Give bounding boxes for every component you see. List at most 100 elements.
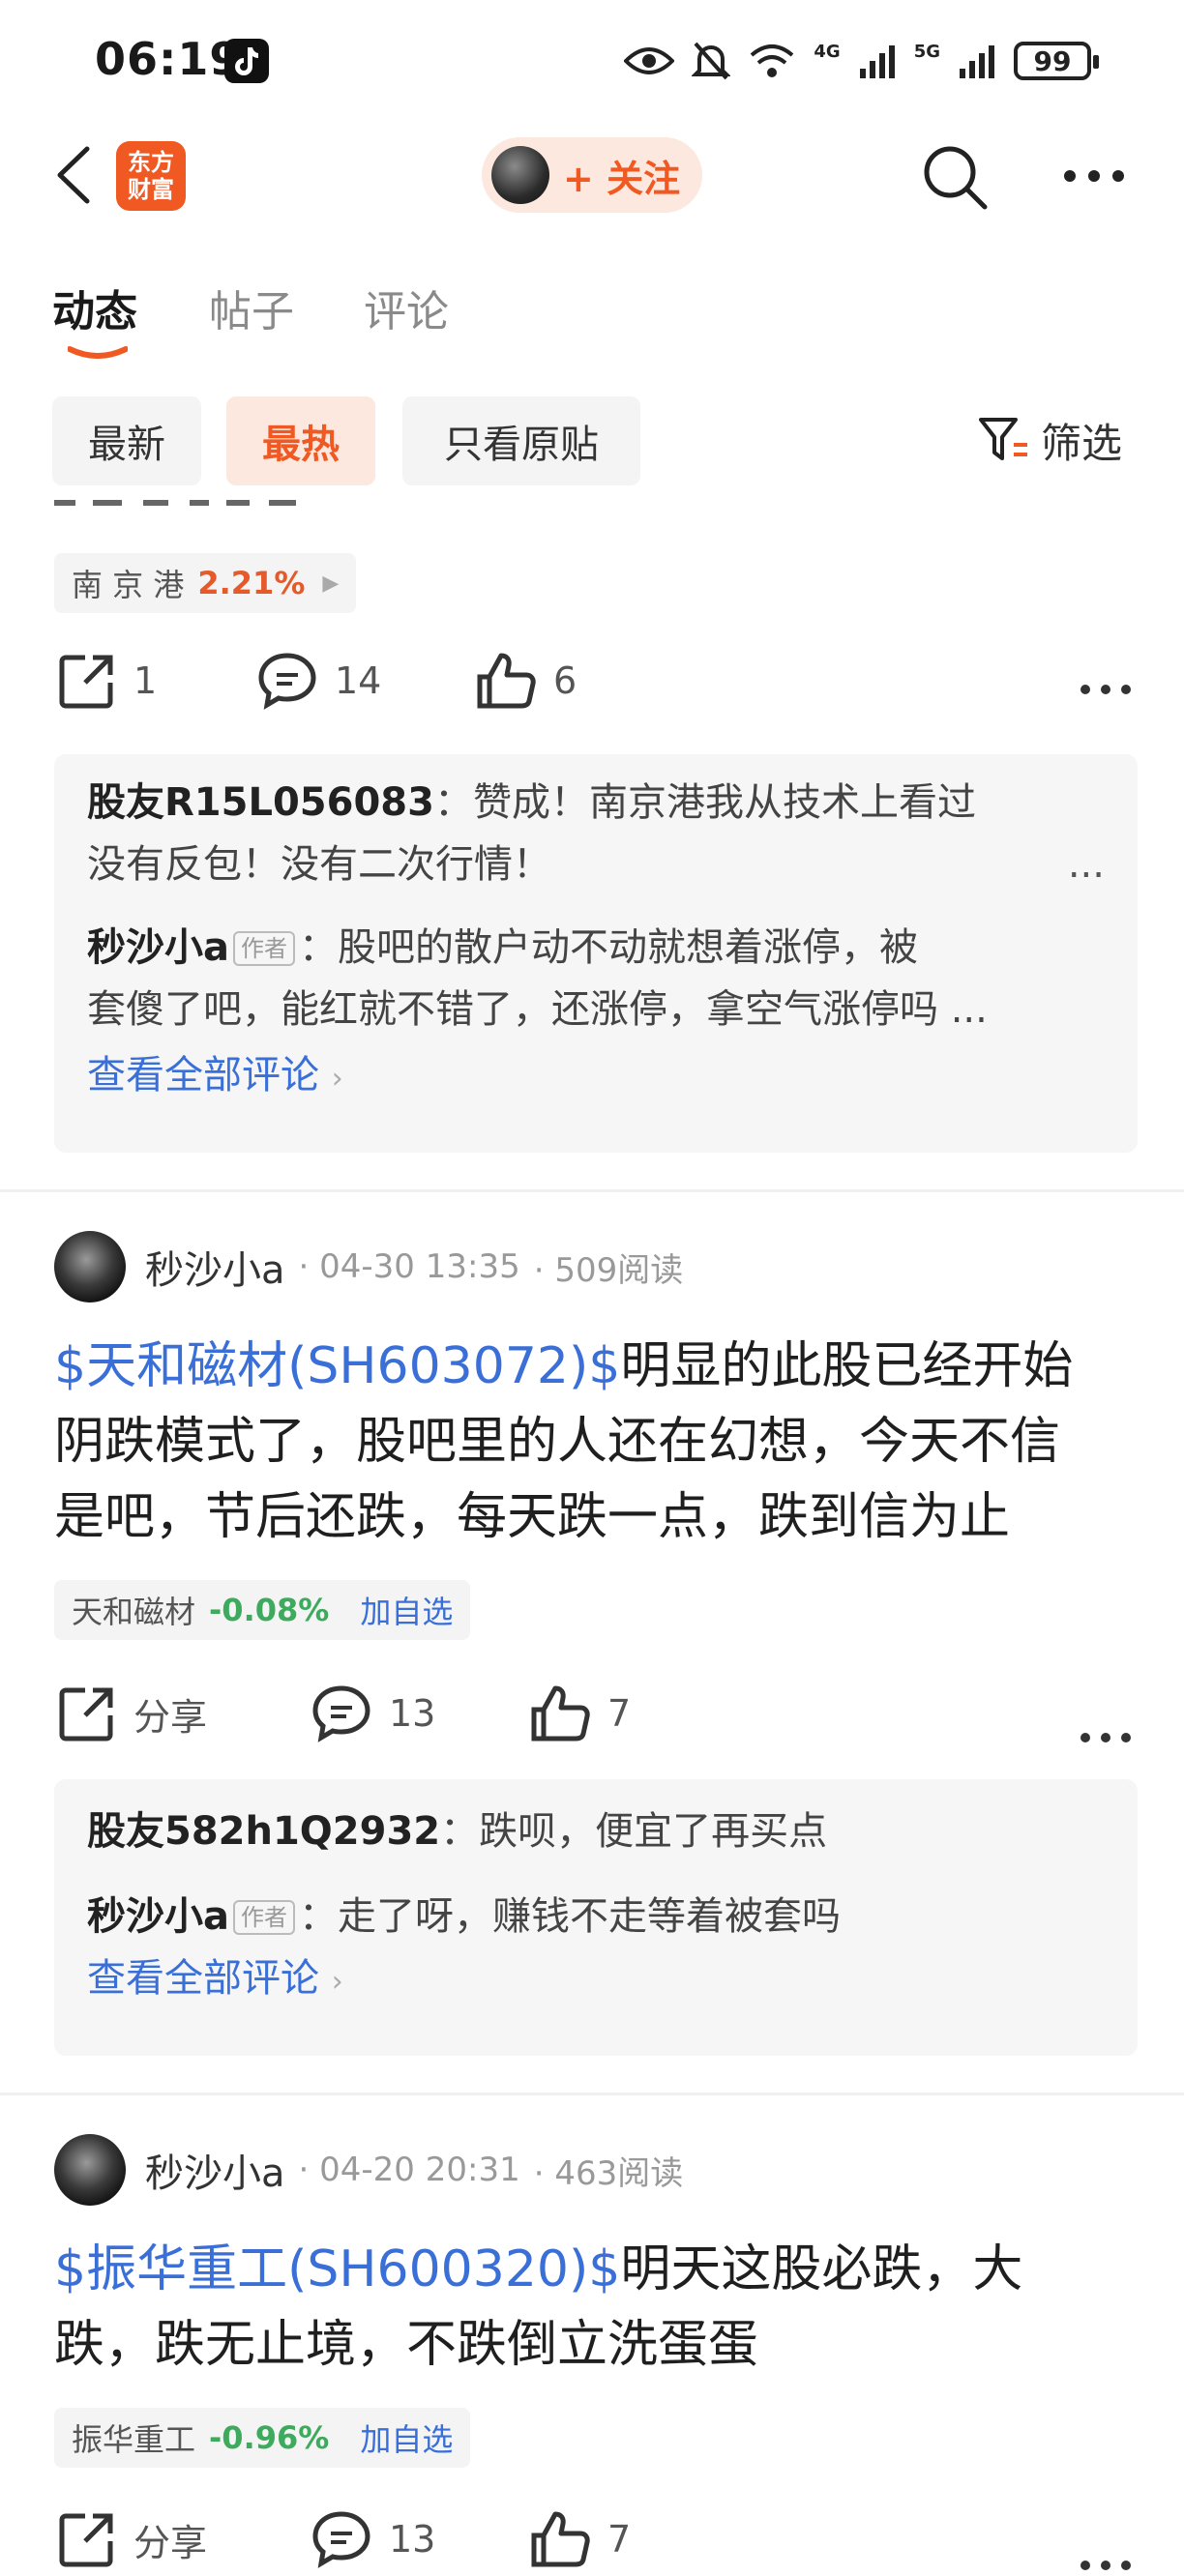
share-button[interactable]: 1 bbox=[58, 652, 157, 710]
comment-user[interactable]: 股友582h1Q2932 bbox=[87, 1809, 440, 1854]
like-button[interactable]: 6 bbox=[476, 652, 577, 710]
post-date: · 04-20 20:31 bbox=[298, 2151, 520, 2189]
post-line: 是吧，节后还跌，每天跌一点，跌到信为止 bbox=[54, 1488, 1011, 1546]
comment-button[interactable]: 13 bbox=[311, 1684, 435, 1742]
post-more-icon[interactable] bbox=[1080, 658, 1132, 707]
comment-user[interactable]: 秒沙小a bbox=[87, 1894, 229, 1939]
post-username[interactable]: 秒沙小a bbox=[145, 2142, 285, 2198]
wifi-icon bbox=[751, 44, 794, 77]
stock-hashtag-link[interactable]: $振华重工(SH600320)$ bbox=[54, 2240, 620, 2298]
share-button[interactable]: 分享 bbox=[58, 1684, 207, 1742]
post-line: 阴跌模式了，股吧里的人还在幻想，今天不信 bbox=[54, 1413, 1061, 1471]
comment-icon bbox=[258, 653, 316, 710]
like-count: 7 bbox=[607, 2518, 632, 2561]
comment-button[interactable]: 13 bbox=[311, 2510, 435, 2568]
comment-preview-box[interactable]: 股友R15L056083：赞成！南京港我从技术上看过 没有反包！没有二次行情！ … bbox=[54, 754, 1138, 1153]
stock-change: -0.96% bbox=[209, 2419, 330, 2456]
stock-name: 天和磁材 bbox=[72, 1594, 196, 1630]
add-watchlist-button[interactable]: 加自选 bbox=[360, 1588, 453, 1632]
mute-icon bbox=[692, 42, 731, 80]
comment-user[interactable]: 秒沙小a bbox=[87, 925, 229, 970]
battery-icon: 99 bbox=[1014, 42, 1099, 80]
post-more-icon[interactable] bbox=[1080, 2533, 1132, 2576]
comment-icon bbox=[312, 1685, 370, 1742]
comment-text-line: 套傻了吧，能红就不错了，还涨停，拿空气涨停吗 ... bbox=[87, 979, 1105, 1040]
post-body[interactable]: $天和磁材(SH603072)$明显的此股已经开始 阴跌模式了，股吧里的人还在幻… bbox=[54, 1329, 1138, 1555]
post-text: 明天这股必跌，大 bbox=[620, 2240, 1023, 2298]
comment-text-line: 没有反包！没有二次行情！ ... bbox=[87, 834, 1105, 895]
more-icon[interactable] bbox=[1062, 166, 1126, 186]
view-all-label: 查看全部评论 bbox=[87, 1956, 319, 2001]
stock-hashtag-link[interactable]: $天和磁材(SH603072)$ bbox=[54, 1337, 620, 1395]
filter-label: 筛选 bbox=[1041, 419, 1123, 467]
stock-tag[interactable]: 南 京 港 2.21% ▶ bbox=[54, 553, 357, 613]
comment-button[interactable]: 14 bbox=[257, 652, 381, 710]
comment-text: 套傻了吧，能红就不错了，还涨停，拿空气涨停吗 ... bbox=[87, 987, 988, 1032]
comment-text: 跌呗，便宜了再买点 bbox=[479, 1809, 828, 1854]
like-count: 6 bbox=[553, 659, 577, 702]
comment-sep: ： bbox=[299, 1894, 338, 1939]
divider bbox=[0, 1189, 1184, 1192]
share-icon bbox=[59, 2513, 113, 2567]
chip-latest[interactable]: 最新 bbox=[52, 396, 201, 485]
avatar[interactable] bbox=[54, 2134, 126, 2206]
like-button[interactable]: 7 bbox=[530, 1684, 631, 1742]
share-icon bbox=[59, 1687, 113, 1742]
avatar[interactable] bbox=[54, 1231, 126, 1303]
stock-change: -0.08% bbox=[209, 1592, 330, 1628]
comment-sep: ： bbox=[433, 780, 473, 825]
filter-button[interactable]: 筛选 bbox=[979, 406, 1122, 474]
comment-user[interactable]: 股友R15L056083 bbox=[87, 780, 434, 825]
chip-original-only[interactable]: 只看原贴 bbox=[402, 396, 640, 485]
search-icon[interactable] bbox=[919, 141, 989, 211]
comment-icon bbox=[312, 2511, 370, 2568]
tab-dynamics[interactable]: 动态 bbox=[52, 277, 137, 338]
comment-text: 赞成！南京港我从技术上看过 bbox=[472, 780, 976, 825]
post-username[interactable]: 秒沙小a bbox=[145, 1239, 285, 1295]
tab-posts[interactable]: 帖子 bbox=[209, 277, 294, 338]
author-badge: 作者 bbox=[233, 1900, 295, 1935]
back-arrow-icon[interactable] bbox=[50, 143, 99, 207]
net-4g-label: 4G bbox=[814, 41, 841, 62]
filter-icon bbox=[979, 418, 1027, 460]
logo-line2: 财富 bbox=[128, 176, 174, 203]
chip-hottest[interactable]: 最热 bbox=[226, 396, 375, 485]
post-body[interactable]: $振华重工(SH600320)$明天这股必跌，大 跌，跌无止境，不跌倒立洗蛋蛋 bbox=[54, 2232, 1138, 2383]
stock-tag[interactable]: 振华重工 -0.96% 加自选 bbox=[54, 2408, 471, 2468]
post-line: 跌，跌无止境，不跌倒立洗蛋蛋 bbox=[54, 2316, 759, 2374]
share-button[interactable]: 分享 bbox=[58, 2510, 207, 2568]
signal-icon bbox=[960, 45, 994, 78]
like-icon bbox=[531, 2511, 590, 2567]
like-icon bbox=[531, 1685, 590, 1742]
post-header: 秒沙小a · 04-30 13:35 · 509阅读 bbox=[54, 1230, 683, 1303]
view-all-comments-link[interactable]: 查看全部评论 › bbox=[87, 1947, 1105, 2013]
avatar bbox=[491, 146, 549, 204]
like-button[interactable]: 7 bbox=[530, 2510, 631, 2568]
post-text: 明显的此股已经开始 bbox=[620, 1337, 1074, 1395]
comment-preview-box[interactable]: 股友582h1Q2932 ： 跌呗，便宜了再买点 秒沙小a 作者 ：走了呀，赚钱不走等着… bbox=[54, 1779, 1138, 2056]
comment-sep: ： bbox=[299, 925, 338, 970]
stock-tag[interactable]: 天和磁材 -0.08% 加自选 bbox=[54, 1580, 471, 1640]
tab-underline bbox=[67, 344, 129, 359]
post-reads: · 509阅读 bbox=[533, 1250, 684, 1290]
battery-level: 99 bbox=[1033, 44, 1072, 77]
post-line: $振华重工(SH600320)$明天这股必跌，大 bbox=[54, 2232, 1138, 2307]
post-header: 秒沙小a · 04-20 20:31 · 463阅读 bbox=[54, 2133, 683, 2207]
follow-label: + 关注 bbox=[563, 157, 681, 200]
tab-comments[interactable]: 评论 bbox=[364, 277, 449, 338]
add-watchlist-button[interactable]: 加自选 bbox=[360, 2415, 453, 2460]
follow-button[interactable]: + 关注 bbox=[482, 137, 702, 213]
post-line: $天和磁材(SH603072)$明显的此股已经开始 bbox=[54, 1329, 1138, 1404]
divider bbox=[0, 2093, 1184, 2095]
share-label: 分享 bbox=[133, 1695, 208, 1739]
post-reads: · 463阅读 bbox=[533, 2153, 684, 2193]
comment-item: 股友R15L056083：赞成！南京港我从技术上看过 bbox=[87, 772, 1105, 834]
share-count: 1 bbox=[133, 659, 158, 702]
comment-item: 秒沙小a 作者 ：走了呀，赚钱不走等着被套吗 bbox=[87, 1886, 1105, 1947]
net-5g-label: 5G bbox=[913, 41, 940, 62]
status-time: 06:19 bbox=[95, 33, 242, 85]
post-date: · 04-30 13:35 bbox=[298, 1247, 520, 1286]
like-icon bbox=[477, 653, 536, 709]
view-all-comments-link[interactable]: 查看全部评论 › bbox=[87, 1044, 1105, 1110]
post-more-icon[interactable] bbox=[1080, 1706, 1132, 1755]
